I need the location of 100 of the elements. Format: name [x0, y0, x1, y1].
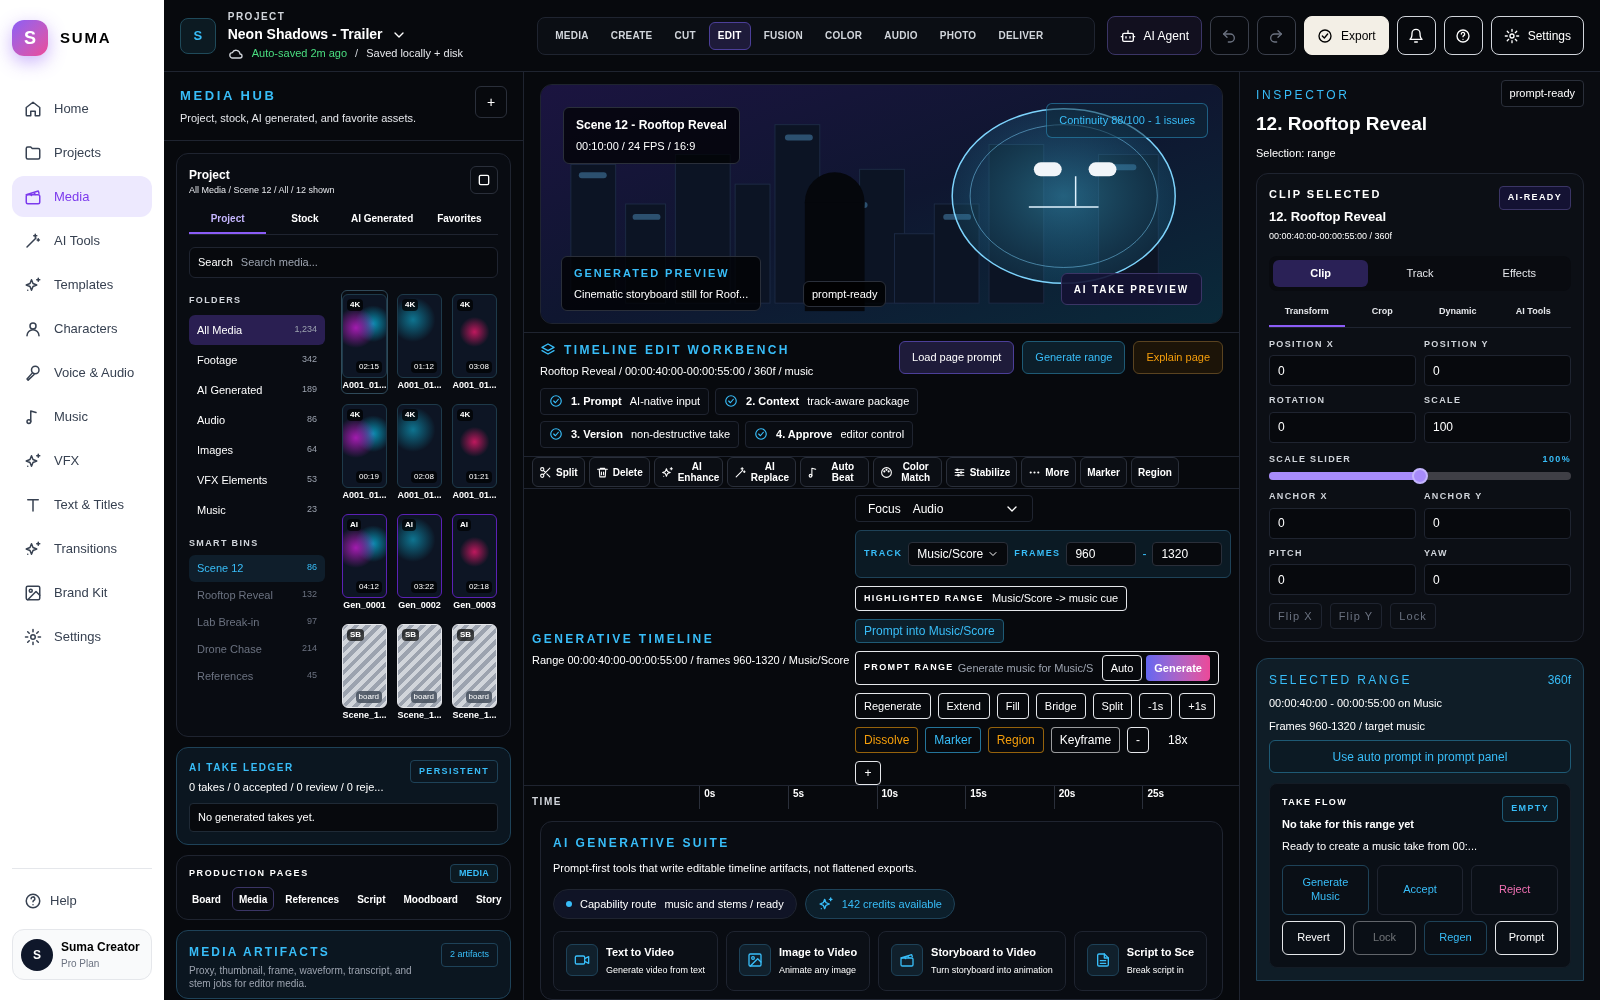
action-button[interactable]: Generate range	[1022, 341, 1126, 374]
number-field[interactable]: 0	[1269, 507, 1416, 539]
asset-item[interactable]: SB board Scene_1...	[451, 619, 498, 724]
toolbar-button[interactable]: Region	[1131, 457, 1179, 488]
folder-item[interactable]: Audio 86	[189, 405, 325, 435]
folder-item[interactable]: Music 23	[189, 495, 325, 525]
search-input[interactable]: Search media...	[240, 253, 489, 271]
property-tab[interactable]: Dynamic	[1420, 298, 1496, 327]
transition-button[interactable]: Dissolve	[855, 726, 919, 753]
redo-button[interactable]	[1256, 16, 1296, 55]
slider-thumb[interactable]	[1412, 468, 1428, 484]
toolbar-button[interactable]: AI Enhance	[653, 457, 723, 488]
take-button[interactable]: Generate Music	[1282, 864, 1369, 915]
nav-item[interactable]: Settings	[12, 616, 152, 657]
help-button[interactable]	[1443, 16, 1483, 55]
edit-action-button[interactable]: +1s	[1179, 692, 1216, 719]
nav-item[interactable]: Brand Kit	[12, 572, 152, 613]
source-tab[interactable]: AI Generated	[343, 205, 421, 234]
asset-item[interactable]: 4K 00:19 A001_01...	[341, 399, 388, 504]
user-card[interactable]: S Suma Creator Pro Plan	[12, 929, 152, 980]
nav-item[interactable]: Projects	[12, 132, 152, 173]
segment-tab[interactable]: Track	[1372, 259, 1468, 287]
frame-start-field[interactable]: 960	[1066, 542, 1137, 566]
toolbar-button[interactable]: Delete	[588, 457, 650, 488]
toolbar-button[interactable]: More	[1021, 457, 1077, 488]
edit-action-button[interactable]: Split	[1092, 692, 1132, 719]
source-tab[interactable]: Favorites	[420, 205, 498, 234]
asset-item[interactable]: 4K 02:08 A001_01...	[396, 399, 443, 504]
auto-button[interactable]: Auto	[1101, 655, 1143, 682]
take-button[interactable]: Regen	[1424, 920, 1487, 955]
number-field[interactable]: 0	[1424, 355, 1571, 386]
folder-item[interactable]: All Media 1,234	[189, 315, 325, 345]
asset-item[interactable]: AI 04:12 Gen_0001	[341, 509, 388, 614]
page-tab[interactable]: EDIT	[708, 21, 751, 50]
transition-button[interactable]: Marker	[925, 726, 981, 753]
asset-item[interactable]: 4K 02:15 A001_01...	[341, 289, 388, 394]
nav-item[interactable]: Text & Titles	[12, 484, 152, 525]
page-tab[interactable]: Moodboard	[396, 887, 465, 911]
nav-item[interactable]: Music	[12, 396, 152, 437]
settings-button[interactable]: Settings	[1490, 16, 1584, 55]
tool-card[interactable]: Script to Sce Break script in	[1073, 930, 1208, 991]
segment-tab[interactable]: Clip	[1273, 259, 1369, 287]
transition-button[interactable]: Region	[987, 726, 1044, 753]
generate-button[interactable]: Generate	[1146, 655, 1210, 682]
nav-item[interactable]: Media	[12, 176, 152, 217]
tool-card[interactable]: Text to Video Generate video from text	[553, 930, 719, 991]
nav-item[interactable]: VFX	[12, 440, 152, 481]
number-field[interactable]: 100	[1424, 411, 1571, 443]
smart-bin-item[interactable]: Lab Break-in 97	[189, 608, 325, 636]
take-button[interactable]: Accept	[1376, 864, 1464, 915]
nav-item[interactable]: Voice & Audio	[12, 352, 152, 393]
asset-item[interactable]: 4K 01:21 A001_01...	[451, 399, 498, 504]
folder-item[interactable]: Footage 342	[189, 345, 325, 375]
notifications-button[interactable]	[1396, 16, 1436, 55]
track-select[interactable]: Music/Score	[908, 542, 1009, 566]
page-tab[interactable]: CUT	[665, 21, 705, 50]
edit-action-button[interactable]: Extend	[937, 692, 990, 719]
help-link[interactable]: Help	[12, 885, 152, 917]
page-tab[interactable]: PHOTO	[930, 21, 986, 50]
prompt-into-button[interactable]: Prompt into Music/Score	[855, 618, 1004, 644]
page-tab[interactable]: COLOR	[815, 21, 872, 50]
export-button[interactable]: Export	[1303, 16, 1389, 55]
source-tab[interactable]: Stock	[266, 205, 344, 234]
asset-item[interactable]: SB board Scene_1...	[341, 619, 388, 724]
nav-item[interactable]: Transitions	[12, 528, 152, 569]
nav-item[interactable]: AI Tools	[12, 220, 152, 261]
number-field[interactable]: 0	[1424, 507, 1571, 539]
folder-item[interactable]: VFX Elements 53	[189, 465, 325, 495]
focus-dropdown[interactable]: Focus Audio	[855, 495, 1033, 522]
folder-item[interactable]: AI Generated 189	[189, 375, 325, 405]
ai-agent-button[interactable]: AI Agent	[1106, 16, 1202, 55]
asset-item[interactable]: SB board Scene_1...	[396, 619, 443, 724]
toolbar-button[interactable]: Color Match	[872, 457, 942, 488]
segment-tab[interactable]: Effects	[1471, 259, 1567, 287]
page-tab[interactable]: Media	[231, 887, 275, 911]
property-tab[interactable]: AI Tools	[1495, 298, 1571, 327]
select-toggle-button[interactable]	[470, 166, 498, 194]
property-tab[interactable]: Crop	[1344, 298, 1420, 327]
auto-prompt-button[interactable]: Use auto prompt in prompt panel	[1269, 740, 1571, 773]
page-tab[interactable]: AUDIO	[875, 21, 927, 50]
prompt-field[interactable]: Generate music for Music/S	[957, 659, 1098, 677]
search-field[interactable]: Search Search media...	[189, 246, 498, 278]
number-field[interactable]: 0	[1424, 564, 1571, 595]
asset-item[interactable]: 4K 01:12 A001_01...	[396, 289, 443, 394]
page-tab[interactable]: CREATE	[601, 21, 662, 50]
action-button[interactable]: Load page prompt	[899, 341, 1015, 374]
number-field[interactable]: 0	[1269, 564, 1416, 595]
folder-item[interactable]: Images 64	[189, 435, 325, 465]
smart-bin-item[interactable]: Scene 12 86	[189, 554, 325, 582]
page-tab[interactable]: Board	[185, 887, 228, 911]
edit-action-button[interactable]: -1s	[1139, 692, 1173, 719]
number-field[interactable]: 0	[1269, 355, 1416, 386]
toolbar-button[interactable]: AI Replace	[726, 457, 796, 488]
page-tab[interactable]: MEDIA	[546, 21, 598, 50]
toolbar-button[interactable]: Auto Beat	[799, 457, 869, 488]
take-button[interactable]: Prompt	[1495, 920, 1558, 955]
page-tab[interactable]: FUSION	[754, 21, 812, 50]
nav-item[interactable]: Home	[12, 88, 152, 129]
edit-action-button[interactable]: Regenerate	[855, 692, 931, 719]
smart-bin-item[interactable]: Rooftop Reveal 132	[189, 581, 325, 609]
